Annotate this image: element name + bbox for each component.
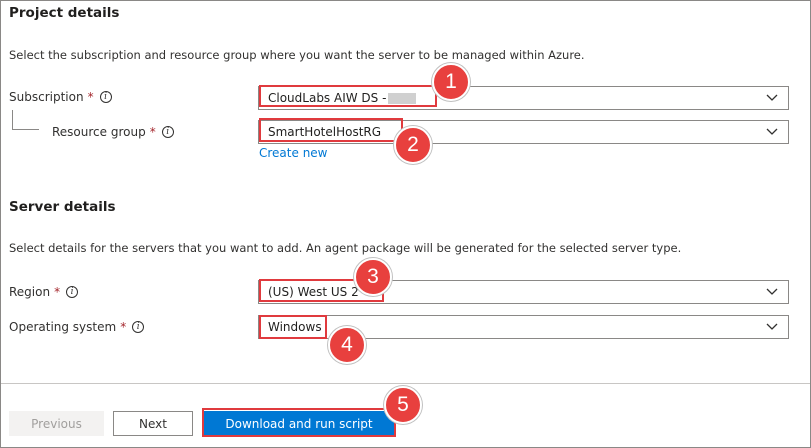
callout-badge-3: 3 [354,258,392,296]
chevron-down-icon [766,94,778,101]
previous-button[interactable]: Previous [9,411,104,436]
subscription-value-text: CloudLabs AIW DS - [268,91,387,105]
region-dropdown[interactable]: (US) West US 2 [258,280,789,304]
operating-system-label: Operating system * i [9,320,145,334]
resource-group-value: SmartHotelHostRG [268,125,382,139]
operating-system-label-text: Operating system [9,320,117,334]
required-marker: * [87,90,94,104]
tree-connector [12,129,39,130]
redacted-mask [388,93,417,104]
info-icon[interactable]: i [99,91,112,103]
resource-group-label: Resource group * i [52,125,174,139]
tree-connector [12,110,13,129]
region-label-text: Region [9,285,51,299]
required-marker: * [149,125,156,139]
callout-badge-1: 1 [432,63,470,101]
region-label: Region * i [9,285,79,299]
required-marker: * [54,285,61,299]
project-details-description: Select the subscription and resource gro… [9,48,585,62]
server-details-description: Select details for the servers that you … [9,241,682,255]
operating-system-value: Windows [268,320,322,334]
info-icon[interactable]: i [66,286,79,298]
project-details-heading: Project details [9,5,120,21]
chevron-down-icon [766,288,778,295]
info-icon[interactable]: i [161,126,174,138]
callout-badge-2: 2 [394,126,432,164]
server-details-heading: Server details [9,199,116,215]
form-panel [0,0,811,448]
subscription-label-text: Subscription [9,90,84,104]
download-and-run-script-button[interactable]: Download and run script [204,411,394,436]
resource-group-label-text: Resource group [52,125,146,139]
chevron-down-icon [766,323,778,330]
callout-badge-5: 5 [384,386,422,424]
info-icon[interactable]: i [132,321,145,333]
resource-group-dropdown[interactable]: SmartHotelHostRG [258,120,789,144]
callout-badge-4: 4 [328,326,366,364]
subscription-value: CloudLabs AIW DS - [268,91,417,105]
subscription-dropdown[interactable]: CloudLabs AIW DS - [258,86,789,110]
subscription-label: Subscription * i [9,90,112,104]
required-marker: * [120,320,127,334]
chevron-down-icon [766,128,778,135]
next-button[interactable]: Next [113,411,193,436]
footer-divider [1,383,810,384]
create-new-link[interactable]: Create new [259,146,328,160]
region-value: (US) West US 2 [268,285,359,299]
